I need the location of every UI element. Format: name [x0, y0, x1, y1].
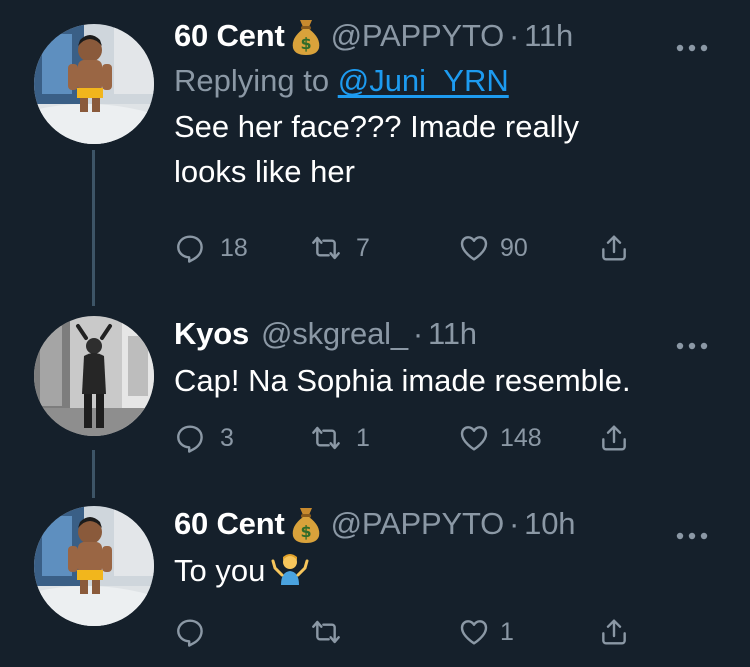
tweet-actions: 3 1 148 — [174, 418, 654, 458]
tweet-header: 60 Cent $ @PAPPYTO · 10h — [174, 504, 730, 544]
avatar[interactable] — [34, 506, 154, 626]
share-icon — [602, 425, 626, 451]
display-name[interactable]: Kyos — [174, 316, 249, 352]
tweet-actions: 1 — [174, 612, 654, 652]
like-count: 148 — [500, 423, 542, 452]
tweet[interactable]: 60 Cent $ @PAPPYTO · 10h To you 1 — [0, 486, 750, 667]
thread-line — [92, 150, 95, 306]
reply-icon — [177, 425, 203, 453]
avatar[interactable] — [34, 316, 154, 436]
like-button[interactable]: 1 — [458, 612, 514, 652]
retweet-button[interactable]: 7 — [310, 228, 370, 268]
reply-count: 18 — [220, 233, 248, 262]
reply-icon — [177, 619, 203, 647]
display-name[interactable]: 60 Cent — [174, 506, 285, 542]
person-shrugging-icon — [271, 551, 309, 585]
retweet-icon — [312, 620, 340, 644]
tweet-header: Kyos @skgreal_ · 11h — [174, 314, 730, 354]
reply-button[interactable]: 18 — [174, 228, 248, 268]
tweet-text: See her face??? Imade really looks like … — [174, 109, 579, 189]
retweet-count: 1 — [356, 423, 370, 452]
share-button[interactable] — [598, 228, 630, 268]
heart-icon — [460, 236, 488, 261]
tweet[interactable]: 60 Cent $ @PAPPYTO · 11h Replying to @Ju… — [0, 0, 750, 306]
more-options-icon[interactable] — [672, 28, 712, 52]
like-button[interactable]: 148 — [458, 418, 542, 458]
share-icon — [602, 235, 626, 261]
display-name[interactable]: 60 Cent — [174, 18, 285, 54]
replying-to: Replying to @Juni_YRN — [174, 60, 730, 102]
avatar[interactable] — [34, 24, 154, 144]
reply-button[interactable] — [174, 612, 220, 652]
reply-button[interactable]: 3 — [174, 418, 234, 458]
like-button[interactable]: 90 — [458, 228, 528, 268]
share-button[interactable] — [598, 418, 630, 458]
like-count: 90 — [500, 233, 528, 262]
svg-text:$: $ — [300, 522, 311, 541]
heart-icon — [460, 426, 488, 451]
more-options-icon[interactable] — [672, 326, 712, 350]
user-handle[interactable]: @PAPPYTO — [331, 506, 505, 542]
reply-count: 3 — [220, 423, 234, 452]
timestamp[interactable]: 10h — [524, 506, 575, 542]
reply-mention-link[interactable]: @Juni_YRN — [338, 63, 509, 98]
money-bag-icon: $ — [289, 504, 323, 544]
svg-text:$: $ — [300, 34, 311, 53]
timestamp[interactable]: 11h — [524, 18, 573, 54]
replying-to-label: Replying to — [174, 63, 330, 98]
more-options-icon[interactable] — [672, 516, 712, 540]
tweet-text-row: To you — [174, 548, 730, 593]
tweet[interactable]: Kyos @skgreal_ · 11h Cap! Na Sophia imad… — [0, 300, 750, 498]
retweet-icon — [312, 236, 340, 260]
dot-separator: · — [509, 506, 520, 541]
share-icon — [602, 619, 626, 645]
dot-separator: · — [509, 18, 520, 53]
like-count: 1 — [500, 617, 514, 646]
money-bag-icon: $ — [289, 16, 323, 56]
retweet-button[interactable]: 1 — [310, 418, 370, 458]
timestamp[interactable]: 11h — [428, 316, 477, 352]
tweet-thread: 60 Cent $ @PAPPYTO · 11h Replying to @Ju… — [0, 0, 750, 667]
reply-icon — [177, 235, 203, 263]
retweet-count: 7 — [356, 233, 370, 262]
tweet-header: 60 Cent $ @PAPPYTO · 11h — [174, 16, 730, 56]
heart-icon — [460, 620, 488, 645]
dot-separator: · — [412, 316, 423, 351]
share-button[interactable] — [598, 612, 630, 652]
user-handle[interactable]: @PAPPYTO — [331, 18, 505, 54]
user-handle[interactable]: @skgreal_ — [261, 316, 408, 352]
retweet-icon — [312, 426, 340, 450]
tweet-actions: 18 7 90 — [174, 228, 654, 268]
tweet-text: Cap! Na Sophia imade resemble. — [174, 363, 631, 398]
retweet-button[interactable] — [310, 612, 356, 652]
tweet-text: To you — [174, 553, 266, 588]
